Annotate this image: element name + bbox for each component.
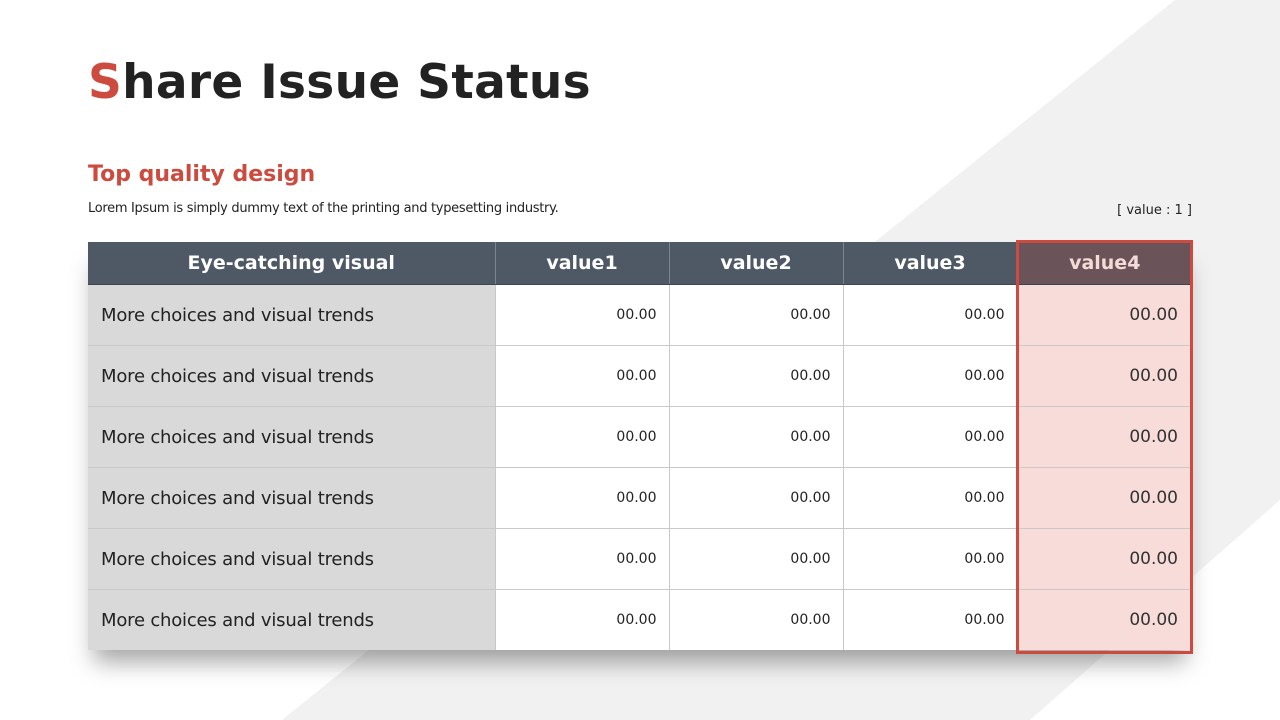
header-cell-value3: value3 [843, 242, 1018, 285]
value-cell: 00.00 [843, 589, 1018, 650]
value-cell: 00.00 [669, 467, 844, 529]
highlighted-value-cell: 00.00 [1017, 528, 1192, 590]
value-cell: 00.00 [669, 528, 844, 590]
section-subtitle: Top quality design [88, 162, 316, 187]
slide-title-accent-letter: S [88, 55, 123, 110]
value-cell: 00.00 [669, 284, 844, 346]
table-row: More choices and visual trends 00.00 00.… [88, 467, 1192, 529]
value-cell: 00.00 [843, 528, 1018, 590]
value-cell: 00.00 [495, 284, 670, 346]
slide-title: Share Issue Status [88, 54, 591, 112]
table-row: More choices and visual trends 00.00 00.… [88, 528, 1192, 590]
value-cell: 00.00 [495, 467, 670, 529]
table-row: More choices and visual trends 00.00 00.… [88, 284, 1192, 346]
value-cell: 00.00 [495, 589, 670, 650]
header-cell-label-column: Eye-catching visual [88, 242, 496, 285]
row-label-cell: More choices and visual trends [88, 467, 496, 529]
value-cell: 00.00 [843, 406, 1018, 468]
header-cell-value4-highlighted: value4 [1017, 242, 1192, 285]
unit-note: [ value : 1 ] [1117, 203, 1192, 218]
value-cell: 00.00 [669, 589, 844, 650]
value-cell: 00.00 [669, 345, 844, 407]
table-row: More choices and visual trends 00.00 00.… [88, 345, 1192, 407]
value-cell: 00.00 [843, 345, 1018, 407]
highlighted-value-cell: 00.00 [1017, 284, 1192, 346]
slide-title-text: hare Issue Status [122, 55, 591, 110]
highlighted-value-cell: 00.00 [1017, 467, 1192, 529]
highlighted-value-cell: 00.00 [1017, 345, 1192, 407]
row-label-cell: More choices and visual trends [88, 284, 496, 346]
highlighted-value-cell: 00.00 [1017, 406, 1192, 468]
header-cell-value2: value2 [669, 242, 844, 285]
value-cell: 00.00 [669, 406, 844, 468]
row-label-cell: More choices and visual trends [88, 528, 496, 590]
value-cell: 00.00 [843, 467, 1018, 529]
value-cell: 00.00 [495, 406, 670, 468]
share-status-table: Eye-catching visual value1 value2 value3… [88, 242, 1192, 650]
row-label-cell: More choices and visual trends [88, 589, 496, 650]
row-label-cell: More choices and visual trends [88, 406, 496, 468]
row-label-cell: More choices and visual trends [88, 345, 496, 407]
table-row: More choices and visual trends 00.00 00.… [88, 589, 1192, 650]
table-row: More choices and visual trends 00.00 00.… [88, 406, 1192, 468]
highlighted-value-cell: 00.00 [1017, 589, 1192, 650]
value-cell: 00.00 [495, 528, 670, 590]
section-description: Lorem Ipsum is simply dummy text of the … [88, 201, 559, 216]
value-cell: 00.00 [843, 284, 1018, 346]
table-header-row: Eye-catching visual value1 value2 value3… [88, 242, 1192, 285]
header-cell-value1: value1 [495, 242, 670, 285]
value-cell: 00.00 [495, 345, 670, 407]
share-status-table-container: Eye-catching visual value1 value2 value3… [88, 242, 1192, 650]
